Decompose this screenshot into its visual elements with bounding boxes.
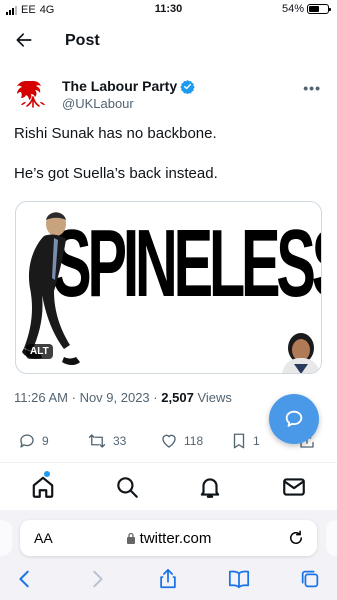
tab-search[interactable] xyxy=(114,474,140,500)
alt-text-badge[interactable]: ALT xyxy=(26,344,53,359)
views-label: Views xyxy=(197,390,232,405)
notifications-icon xyxy=(200,478,220,498)
labour-rose-logo xyxy=(14,75,52,113)
reply-button[interactable]: 9 xyxy=(18,432,49,450)
battery-fill xyxy=(309,6,319,12)
reply-count: 9 xyxy=(42,434,49,448)
bookmarks-icon[interactable] xyxy=(227,568,251,590)
repost-count: 33 xyxy=(113,434,127,448)
status-right: 54% xyxy=(281,3,331,15)
avatar[interactable] xyxy=(14,75,52,113)
reload-icon[interactable] xyxy=(287,529,305,547)
browser-share-icon[interactable] xyxy=(157,568,179,590)
heart-icon xyxy=(162,434,176,448)
browser-toolbar: AA twitter.com xyxy=(0,510,337,600)
messages-icon xyxy=(283,478,305,496)
search-icon xyxy=(117,477,138,498)
new-posts-dot xyxy=(44,471,50,477)
more-options-icon[interactable]: ••• xyxy=(303,80,321,96)
page-title: Post xyxy=(65,32,100,49)
reply-icon xyxy=(20,434,34,448)
author-handle[interactable]: @UKLabour xyxy=(62,96,134,111)
lock-icon xyxy=(126,532,135,544)
like-button[interactable]: 118 xyxy=(160,432,203,450)
tab-notifications[interactable] xyxy=(197,474,223,500)
meta-separator: · xyxy=(153,390,158,405)
browser-forward-icon[interactable] xyxy=(86,568,108,590)
tweet-text: Rishi Sunak has no backbone. He’s got Su… xyxy=(14,124,324,184)
author-name[interactable]: The Labour Party xyxy=(62,78,177,94)
browser-back-icon[interactable] xyxy=(14,568,36,590)
home-icon xyxy=(32,476,54,498)
tweet-time: 11:26 AM xyxy=(14,390,68,405)
verified-badge-icon xyxy=(180,79,195,94)
portrait-illustration xyxy=(282,333,320,373)
battery-percent: 54% xyxy=(281,3,304,15)
url-text: twitter.com xyxy=(139,530,212,547)
tweet-meta: 11:26 AM · Nov 9, 2023 · 2,507 Views xyxy=(14,390,232,405)
meta-separator: · xyxy=(71,390,76,405)
repost-button[interactable]: 33 xyxy=(87,432,126,450)
tweet-date: Nov 9, 2023 xyxy=(79,390,150,405)
divider xyxy=(0,462,337,463)
previous-tab-peek[interactable] xyxy=(0,520,12,556)
url-display[interactable]: twitter.com xyxy=(20,530,317,547)
like-count: 118 xyxy=(184,434,204,448)
next-tab-peek[interactable] xyxy=(326,520,337,556)
chat-bubble-icon xyxy=(285,410,303,427)
bookmark-count: 1 xyxy=(253,434,260,448)
address-bar[interactable]: AA twitter.com xyxy=(20,520,317,556)
tweet-line: He’s got Suella’s back instead. xyxy=(14,165,218,182)
battery-icon xyxy=(307,4,331,14)
views-count: 2,507 xyxy=(161,390,194,405)
status-bar: EE 4G 11:30 54% xyxy=(0,0,337,20)
bookmark-button[interactable]: 1 xyxy=(231,432,260,450)
repost-icon xyxy=(88,434,106,448)
tab-home[interactable] xyxy=(30,471,56,500)
bookmark-icon xyxy=(233,433,245,449)
post-header: Post xyxy=(0,26,337,58)
compose-reply-button[interactable] xyxy=(269,394,319,444)
tab-messages[interactable] xyxy=(281,474,307,500)
tabs-icon[interactable] xyxy=(299,568,321,590)
author-name-row[interactable]: The Labour Party xyxy=(62,78,195,94)
arrow-left-icon[interactable] xyxy=(14,30,34,50)
bottom-tab-bar xyxy=(0,466,337,508)
tweet-line: Rishi Sunak has no backbone. xyxy=(14,125,217,142)
tweet-media-image[interactable]: SPINELESS ALT xyxy=(15,201,322,374)
